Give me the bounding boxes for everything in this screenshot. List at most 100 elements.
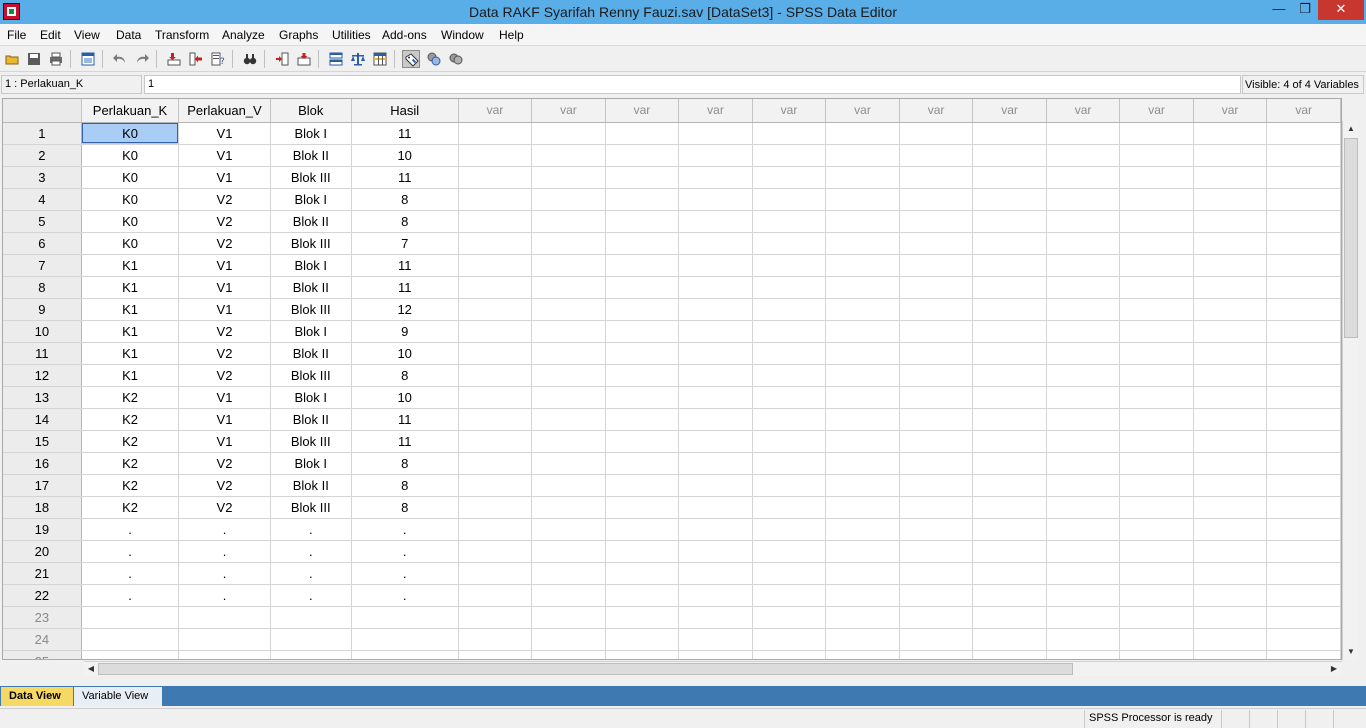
cell-perlakuan-k[interactable]: K2 [81, 386, 180, 409]
empty-cell[interactable] [1119, 474, 1194, 497]
cell-perlakuan-v[interactable]: V1 [178, 122, 271, 145]
empty-cell[interactable] [605, 408, 680, 431]
cell-blok[interactable]: Blok II [270, 210, 352, 233]
cell-perlakuan-k[interactable]: . [81, 562, 180, 585]
cell-perlakuan-k[interactable]: K0 [81, 166, 180, 189]
empty-cell[interactable] [458, 452, 533, 475]
empty-cell[interactable] [825, 320, 900, 343]
empty-cell[interactable] [1193, 298, 1268, 321]
vertical-scrollbar[interactable]: ▲ ▼ [1342, 121, 1358, 660]
empty-cell[interactable] [678, 144, 753, 167]
empty-cell[interactable] [605, 144, 680, 167]
empty-cell[interactable] [1119, 342, 1194, 365]
empty-cell[interactable] [605, 518, 680, 541]
menu-file[interactable]: File [7, 28, 26, 42]
empty-cell[interactable] [1193, 276, 1268, 299]
empty-cell[interactable] [825, 606, 900, 629]
empty-cell[interactable] [605, 650, 680, 659]
empty-cell[interactable] [458, 364, 533, 387]
cell-perlakuan-v[interactable]: V1 [178, 166, 271, 189]
empty-cell[interactable] [752, 298, 827, 321]
empty-cell[interactable] [1266, 342, 1341, 365]
empty-cell[interactable] [531, 430, 606, 453]
empty-cell[interactable] [1193, 166, 1268, 189]
empty-cell[interactable] [605, 430, 680, 453]
empty-cell[interactable] [752, 386, 827, 409]
empty-cell[interactable] [972, 496, 1047, 519]
row-number[interactable]: 2 [3, 144, 82, 167]
empty-cell[interactable] [678, 386, 753, 409]
find-icon[interactable] [241, 50, 259, 68]
cell-hasil[interactable]: 8 [351, 364, 459, 387]
cell-hasil[interactable]: 11 [351, 254, 459, 277]
empty-cell[interactable] [899, 518, 974, 541]
empty-cell[interactable] [1046, 452, 1121, 475]
cell-perlakuan-k[interactable]: K1 [81, 342, 180, 365]
column-header-empty-var[interactable]: var [605, 99, 680, 123]
tab-variable-view[interactable]: Variable View [74, 687, 162, 706]
empty-cell[interactable] [458, 650, 533, 659]
row-number[interactable]: 8 [3, 276, 82, 299]
cell-perlakuan-v[interactable]: V1 [178, 386, 271, 409]
cell-blok[interactable]: . [270, 540, 352, 563]
empty-cell[interactable] [899, 166, 974, 189]
empty-cell[interactable] [81, 650, 180, 659]
cell-perlakuan-k[interactable]: K2 [81, 408, 180, 431]
empty-cell[interactable] [752, 650, 827, 659]
menu-data[interactable]: Data [116, 28, 141, 42]
empty-cell[interactable] [972, 430, 1047, 453]
column-header-empty-var[interactable]: var [825, 99, 900, 123]
maximize-button[interactable]: ❐ [1292, 0, 1318, 20]
empty-cell[interactable] [605, 122, 680, 145]
empty-cell[interactable] [1046, 584, 1121, 607]
split-file-icon[interactable] [327, 50, 345, 68]
empty-cell[interactable] [605, 562, 680, 585]
cell-blok[interactable]: Blok III [270, 232, 352, 255]
cell-perlakuan-v[interactable]: V2 [178, 232, 271, 255]
empty-cell[interactable] [825, 628, 900, 651]
empty-cell[interactable] [178, 650, 271, 659]
empty-cell[interactable] [605, 254, 680, 277]
cell-blok[interactable]: Blok III [270, 166, 352, 189]
row-number[interactable]: 17 [3, 474, 82, 497]
empty-cell[interactable] [605, 320, 680, 343]
empty-cell[interactable] [1046, 386, 1121, 409]
empty-cell[interactable] [1193, 386, 1268, 409]
empty-cell[interactable] [752, 122, 827, 145]
empty-cell[interactable] [531, 298, 606, 321]
column-header-empty-var[interactable]: var [972, 99, 1047, 123]
cell-blok[interactable]: Blok I [270, 452, 352, 475]
cell-perlakuan-v[interactable]: V2 [178, 320, 271, 343]
cell-blok[interactable]: . [270, 518, 352, 541]
empty-cell[interactable] [1119, 452, 1194, 475]
row-number[interactable]: 6 [3, 232, 82, 255]
empty-cell[interactable] [825, 254, 900, 277]
empty-cell[interactable] [752, 166, 827, 189]
cell-perlakuan-k[interactable]: K2 [81, 496, 180, 519]
empty-cell[interactable] [678, 628, 753, 651]
column-header-empty-var[interactable]: var [1193, 99, 1268, 123]
cell-blok[interactable]: Blok II [270, 408, 352, 431]
empty-cell[interactable] [605, 628, 680, 651]
empty-cell[interactable] [752, 496, 827, 519]
cell-hasil[interactable]: 11 [351, 430, 459, 453]
row-number[interactable]: 7 [3, 254, 82, 277]
empty-cell[interactable] [752, 276, 827, 299]
empty-cell[interactable] [972, 144, 1047, 167]
empty-cell[interactable] [458, 232, 533, 255]
cell-hasil[interactable]: 8 [351, 452, 459, 475]
empty-cell[interactable] [1119, 606, 1194, 629]
empty-cell[interactable] [458, 276, 533, 299]
empty-cell[interactable] [752, 364, 827, 387]
empty-cell[interactable] [1266, 540, 1341, 563]
empty-cell[interactable] [458, 518, 533, 541]
cell-blok[interactable]: Blok I [270, 386, 352, 409]
column-header-perlakuan-k[interactable]: Perlakuan_K [81, 99, 180, 123]
empty-cell[interactable] [458, 298, 533, 321]
scroll-down-icon[interactable]: ▼ [1343, 644, 1359, 660]
empty-cell[interactable] [270, 606, 352, 629]
empty-cell[interactable] [752, 188, 827, 211]
empty-cell[interactable] [1193, 408, 1268, 431]
cell-blok[interactable]: . [270, 584, 352, 607]
empty-cell[interactable] [1046, 320, 1121, 343]
